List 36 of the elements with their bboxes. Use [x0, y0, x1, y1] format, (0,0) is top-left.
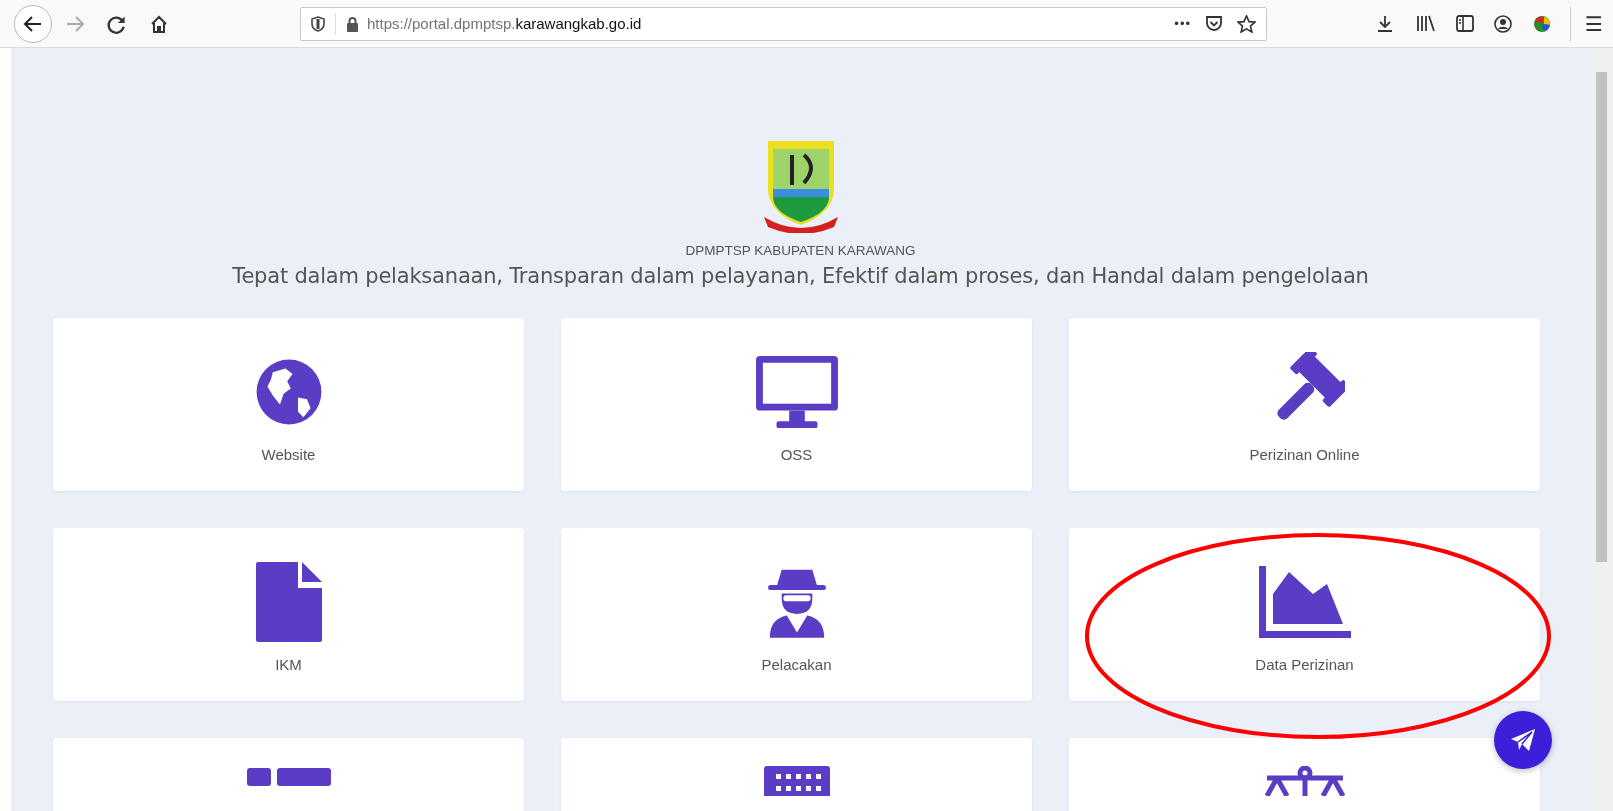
tagline: Tepat dalam pelaksanaan, Transparan dalam pelayanan, Efektif dalam proses, dan Handal dalam pengelolaan — [232, 264, 1369, 288]
service-card[interactable]: OSS — [561, 318, 1032, 491]
card-label: Pelacakan — [761, 656, 832, 673]
back-arrow-icon — [23, 14, 43, 33]
account-icon[interactable] — [1494, 14, 1513, 33]
card-label: IKM — [275, 656, 302, 673]
toggle-bars-icon — [246, 766, 331, 786]
card-label: Perizinan Online — [1249, 446, 1360, 463]
shield-icon[interactable] — [311, 15, 325, 32]
service-card[interactable]: Perizinan Online — [1069, 318, 1540, 491]
scales-icon — [1262, 766, 1347, 796]
url-text: https://portal.dpmptsp. — [367, 15, 516, 32]
service-card[interactable]: Website — [53, 318, 524, 491]
url-domain: karawangkab.go.id — [515, 15, 642, 32]
library-icon[interactable] — [1416, 15, 1437, 32]
scrollbar[interactable] — [1590, 48, 1613, 811]
area-chart-icon — [1256, 564, 1353, 640]
lock-icon — [346, 15, 359, 32]
agency-name: DPMPTSP KABUPATEN KARAWANG — [685, 243, 916, 258]
sidebar-icon[interactable] — [1456, 15, 1475, 32]
card-label: OSS — [780, 446, 813, 463]
send-icon — [1510, 728, 1536, 752]
card-label: Website — [261, 446, 316, 463]
address-bar[interactable]: https://portal.dpmptsp.karawangkab.go.id ••• — [300, 6, 1267, 41]
file-icon — [253, 560, 324, 644]
menu-button[interactable]: ☰ — [1585, 11, 1603, 36]
keypad-icon — [763, 766, 830, 796]
star-icon[interactable] — [1237, 14, 1256, 33]
card-label: Data Perizinan — [1255, 656, 1354, 673]
service-card[interactable]: IKM — [53, 528, 524, 701]
download-icon[interactable] — [1376, 14, 1395, 33]
back-button[interactable] — [14, 4, 52, 43]
pocket-icon[interactable] — [1205, 15, 1223, 32]
service-card[interactable]: Pelacakan — [561, 528, 1032, 701]
service-card[interactable]: Data Perizinan — [1069, 528, 1540, 701]
more-button[interactable]: ••• — [1174, 16, 1191, 31]
